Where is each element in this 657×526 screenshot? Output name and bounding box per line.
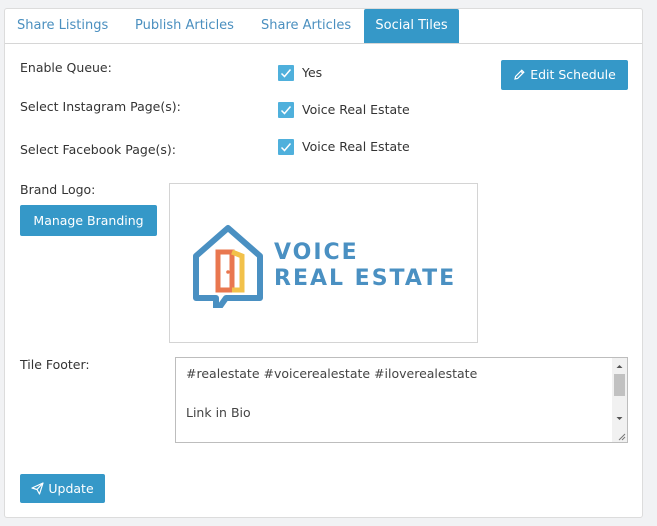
- logo-line-real-estate: REAL ESTATE: [274, 266, 457, 291]
- tile-footer-line: #realestate #voicerealestate #ilovereale…: [186, 366, 478, 381]
- facebook-pages-label: Select Facebook Page(s):: [20, 142, 176, 157]
- textarea-scrollbar[interactable]: [612, 358, 627, 442]
- tab-share-listings[interactable]: Share Listings: [17, 9, 108, 43]
- tile-footer-label: Tile Footer:: [20, 357, 90, 372]
- tab-bar: Share Listings Publish Articles Share Ar…: [5, 9, 642, 44]
- instagram-pages-label: Select Instagram Page(s):: [20, 99, 181, 114]
- tile-footer-line: ...: [186, 442, 607, 443]
- scroll-down-arrow-icon[interactable]: [612, 410, 627, 423]
- tab-publish-articles[interactable]: Publish Articles: [135, 9, 234, 43]
- pencil-icon: [514, 69, 525, 80]
- enable-queue-value: Yes: [302, 65, 323, 80]
- checkmark-icon: [280, 143, 292, 152]
- enable-queue-label: Enable Queue:: [20, 60, 112, 75]
- tab-share-articles[interactable]: Share Articles: [261, 9, 351, 43]
- paper-plane-icon: [31, 482, 44, 495]
- social-tiles-panel: Share Listings Publish Articles Share Ar…: [4, 8, 643, 518]
- checkmark-icon: [280, 106, 292, 115]
- tile-footer-line: [186, 423, 607, 443]
- checkmark-icon: [280, 69, 292, 78]
- update-button[interactable]: Update: [20, 474, 105, 503]
- manage-branding-button[interactable]: Manage Branding: [20, 205, 157, 236]
- enable-queue-checkbox[interactable]: [278, 65, 294, 81]
- resize-grip-icon[interactable]: [616, 431, 626, 441]
- tile-footer-line: [186, 384, 607, 404]
- tile-footer-textarea[interactable]: #realestate #voicerealestate #ilovereale…: [175, 357, 628, 443]
- house-chat-logo-icon: [193, 225, 263, 308]
- update-label: Update: [48, 481, 94, 496]
- edit-schedule-button[interactable]: Edit Schedule: [501, 60, 628, 90]
- brand-logo-preview: VOICE REAL ESTATE: [169, 183, 478, 343]
- facebook-page-checkbox[interactable]: [278, 139, 294, 155]
- instagram-page-checkbox[interactable]: [278, 102, 294, 118]
- tab-social-tiles[interactable]: Social Tiles: [364, 9, 459, 43]
- facebook-page-name: Voice Real Estate: [302, 139, 410, 154]
- scrollbar-thumb[interactable]: [614, 374, 625, 396]
- brand-logo-label: Brand Logo:: [20, 182, 96, 197]
- instagram-page-name: Voice Real Estate: [302, 102, 410, 117]
- logo-line-voice: VOICE: [274, 240, 359, 265]
- tile-footer-content: #realestate #voicerealestate #ilovereale…: [186, 364, 607, 443]
- edit-schedule-label: Edit Schedule: [530, 67, 616, 82]
- tile-footer-line: Link in Bio: [186, 405, 251, 420]
- scroll-up-arrow-icon[interactable]: [612, 358, 627, 371]
